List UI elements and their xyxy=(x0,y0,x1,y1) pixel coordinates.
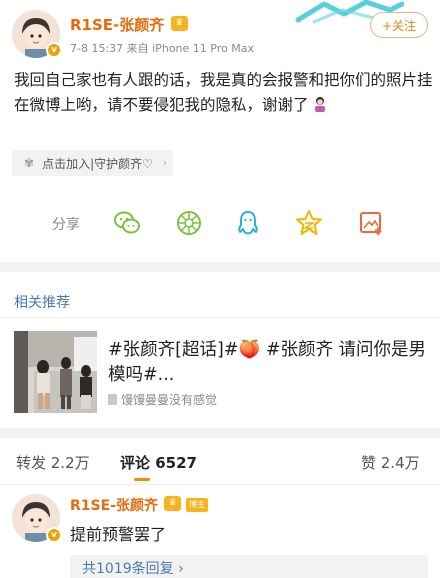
save-image-icon[interactable] xyxy=(356,208,386,238)
qq-icon[interactable] xyxy=(233,208,263,238)
post-body: 我回自己家也有人跟的话，我是真的会报警和把你们的照片挂在微博上哟，请不要侵犯我的… xyxy=(14,71,433,114)
section-divider xyxy=(0,262,440,272)
comment-text: 提前预警罢了 xyxy=(70,525,167,544)
crown-icon: ♛ xyxy=(164,496,181,511)
stats-bar: 转发 2.2万 评论 6527 赞 2.4万 xyxy=(0,444,440,481)
section-divider xyxy=(0,428,440,438)
crown-icon: ♛ xyxy=(171,16,188,31)
qzone-icon[interactable] xyxy=(294,208,324,238)
related-headline[interactable]: #张颜齐[超话]#🍑 #张颜齐 请问你是男模吗#... xyxy=(108,338,428,388)
post-meta: 7-8 15:37 来自 iPhone 11 Pro Max xyxy=(70,42,254,55)
comment-username[interactable]: R1SE-张颜齐 xyxy=(70,495,158,515)
verified-badge-icon: v xyxy=(46,527,62,543)
view-replies-button[interactable]: 共1019条回复 › xyxy=(70,555,428,578)
guard-tag-label: 点击加入|守护颜齐♡ xyxy=(42,156,153,171)
post-header: v R1SE-张颜齐 ♛ 7-8 15:37 来自 iPhone 11 Pro … xyxy=(0,0,440,62)
post-text: 我回自己家也有人跟的话，我是真的会报警和把你们的照片挂在微博上哟，请不要侵犯我的… xyxy=(14,68,434,118)
related-divider xyxy=(0,317,440,318)
tab-reposts[interactable]: 转发 2.2万 xyxy=(16,452,90,473)
flower-icon: ✾ xyxy=(24,156,35,170)
author-badge: 博主 xyxy=(186,498,208,512)
follow-button[interactable]: +关注 xyxy=(370,12,428,38)
stats-divider xyxy=(0,484,440,485)
related-source-name: 馒馒曼曼没有感觉 xyxy=(121,393,218,407)
moments-icon[interactable] xyxy=(174,208,204,238)
wechat-icon[interactable] xyxy=(112,208,142,238)
tab-likes[interactable]: 赞 2.4万 xyxy=(361,452,420,473)
post-username[interactable]: R1SE-张颜齐 xyxy=(70,14,164,35)
share-label: 分享 xyxy=(52,217,80,233)
related-thumbnail[interactable] xyxy=(14,331,97,413)
active-tab-indicator xyxy=(134,478,150,481)
tab-comments[interactable]: 评论 6527 xyxy=(120,452,197,473)
related-source: 馒馒曼曼没有感觉 xyxy=(108,391,217,408)
chevron-right-icon: › xyxy=(162,157,167,169)
guard-join-tag[interactable]: ✾ 点击加入|守护颜齐♡ › xyxy=(12,150,173,176)
share-row: 分享 xyxy=(0,200,440,246)
source-icon xyxy=(108,394,117,405)
woman-raising-hand-emoji-icon xyxy=(315,97,326,112)
verified-badge-icon: v xyxy=(46,42,62,58)
related-title: 相关推荐 xyxy=(14,295,70,311)
